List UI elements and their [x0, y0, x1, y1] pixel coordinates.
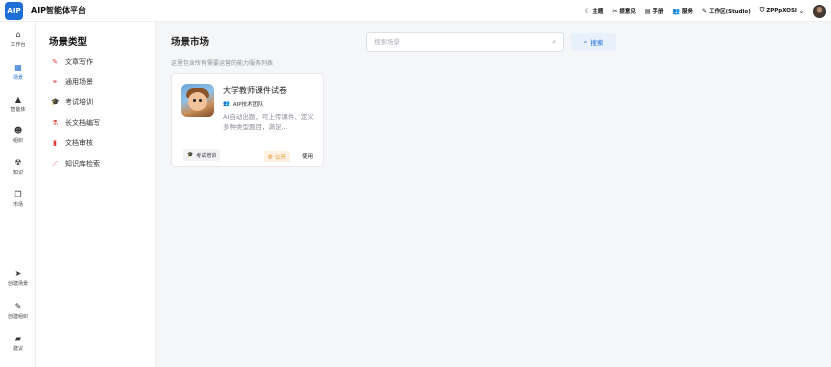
knowledge-icon: ☢	[14, 158, 22, 167]
top-nav: ☾ 主题 ✂ 提意见 ▤ 手册 👥 服务 ✎ 工作区(Studio) ⛉ ZPPpXOSI ⌄	[585, 0, 826, 22]
studio-button[interactable]: ✎ 工作区(Studio)	[702, 7, 751, 16]
team-name: AIP技术团队	[232, 102, 264, 108]
rail-label: 场景	[12, 75, 23, 81]
top-bar: AIP AIP智能体平台 ☾ 主题 ✂ 提意见 ▤ 手册 👥 服务 ✎ 工作区(Studi…	[0, 0, 831, 22]
globe-icon: ◍	[268, 153, 273, 160]
rail-label: 建议	[12, 346, 23, 352]
scene-card-image	[181, 84, 214, 117]
user-icon: ☻	[13, 126, 23, 135]
category-label: 文章写作	[65, 58, 93, 66]
tools-icon: ✂	[612, 7, 618, 15]
search-box: ⌕	[366, 32, 564, 52]
pen-icon: ✎	[52, 58, 58, 66]
flask-icon: ⚗	[51, 119, 59, 127]
rail-label: 工作台	[10, 42, 26, 48]
category-item-kb-search[interactable]: ⟋ 知识库检索	[51, 159, 100, 169]
home-icon: ⌂	[15, 30, 21, 39]
rail-item-create-org[interactable]: ✎ 创建组织	[0, 302, 36, 321]
public-badge: ◍ 公开	[264, 151, 290, 162]
rail-item-workbench[interactable]: ⌂ 工作台	[0, 30, 36, 49]
category-title: 场景类型	[49, 37, 88, 48]
chat-icon: ▰	[14, 334, 22, 343]
page-title: 场景市场	[171, 37, 210, 48]
theme-label: 主题	[592, 9, 604, 15]
tag-label: 考试培训	[196, 152, 217, 159]
user-name: ZPPpXOSI	[766, 8, 797, 14]
category-label: 长文档编写	[65, 119, 100, 127]
user-menu[interactable]: ⛉ ZPPpXOSI ⌄	[760, 7, 804, 15]
users-icon: 👥	[223, 101, 230, 107]
manual-label: 手册	[652, 9, 664, 15]
theme-button[interactable]: ☾ 主题	[584, 7, 604, 16]
category-label: 通用场景	[65, 78, 93, 86]
scene-card-title: 大学教师课件试卷	[223, 86, 287, 95]
rail-label: 创建组织	[7, 314, 28, 320]
shield-icon: ⛉	[759, 7, 765, 14]
category-label: 知识库检索	[65, 160, 100, 168]
scene-card[interactable]: 大学教师课件试卷 👥 AIP技术团队 AI自动出题，可上传课件、定义多种类型题目…	[171, 73, 324, 167]
rail-item-suggest[interactable]: ▰ 建议	[0, 334, 36, 353]
rail-item-knowledge[interactable]: ☢ 知识	[0, 158, 36, 177]
manual-button[interactable]: ▤ 手册	[644, 7, 664, 16]
users-icon: 👥	[672, 7, 681, 15]
feedback-label: 提意见	[619, 9, 636, 15]
search-button-label: 搜索	[590, 39, 604, 47]
use-button[interactable]: 使用	[302, 152, 313, 160]
service-label: 服务	[682, 9, 694, 15]
category-item-general[interactable]: ⚭ 通用场景	[51, 77, 93, 87]
pen-icon: ✎	[14, 302, 22, 311]
avatar[interactable]	[813, 4, 826, 18]
category-item-longdoc[interactable]: ⚗ 长文档编写	[51, 118, 100, 128]
send-icon: ➤	[14, 269, 22, 278]
rail-label: 市场	[12, 202, 23, 208]
category-label: 文档审核	[65, 139, 93, 147]
category-label: 考试培训	[65, 98, 93, 106]
studio-label: 工作区(Studio)	[709, 9, 751, 15]
service-button[interactable]: 👥 服务	[672, 7, 694, 16]
moon-icon: ☾	[584, 7, 591, 15]
search-button[interactable]: ⌕ 搜索	[571, 33, 616, 51]
rail-item-org[interactable]: ☻ 组织	[0, 126, 36, 145]
category-item-article[interactable]: ✎ 文章写作	[51, 57, 93, 67]
rail-label: 组织	[12, 138, 23, 144]
chevron-down-icon: ⌄	[798, 7, 804, 15]
scene-card-description: AI自动出题，可上传课件、定义多种类型题目，满足...	[223, 113, 314, 131]
app-logo[interactable]: AIP	[5, 1, 23, 20]
file-icon: ▮	[53, 139, 57, 147]
rail-item-agents[interactable]: ▲ 智能体	[0, 95, 36, 114]
link-icon: ⚭	[52, 78, 58, 86]
visibility-label: 公开	[274, 154, 286, 161]
doc-icon: ▤	[644, 7, 651, 15]
category-item-review[interactable]: ▮ 文档审核	[51, 138, 93, 148]
market-icon: ❐	[14, 190, 22, 199]
rail-label: 智能体	[10, 107, 26, 113]
left-rail: ⌂ 工作台 ▦ 场景 ▲ 智能体 ☻ 组织 ☢ 知识 ❐ 市场 ➤ 创建场景 ✎ 创建组织 ▰ 建…	[0, 22, 36, 367]
rail-item-scenes[interactable]: ▦ 场景	[0, 63, 36, 82]
app-title: AIP智能体平台	[31, 6, 87, 15]
rail-label: 创建场景	[7, 281, 28, 287]
category-panel: 场景类型 ✎ 文章写作 ⚭ 通用场景 🎓 考试培训 ⚗ 长文档编写 ▮ 文档审核 ⟋ 知识库…	[36, 22, 156, 367]
graduation-cap-icon: 🎓	[51, 98, 60, 106]
chart-line-icon: ⟋	[52, 159, 58, 168]
rail-label: 知识	[12, 170, 23, 176]
search-icon: ⌕	[552, 37, 556, 46]
agent-icon: ▲	[14, 95, 22, 104]
scene-card-tag: 🎓 考试培训	[183, 149, 221, 161]
brush-icon: ✎	[702, 7, 708, 15]
grid-icon: ▦	[14, 63, 22, 72]
search-input[interactable]	[374, 38, 553, 46]
rail-item-create-scene[interactable]: ➤ 创建场景	[0, 269, 36, 288]
rail-item-market[interactable]: ❐ 市场	[0, 190, 36, 209]
search-icon: ⌕	[583, 37, 588, 46]
scene-card-team: 👥 AIP技术团队	[223, 100, 264, 108]
category-item-exam[interactable]: 🎓 考试培训	[51, 97, 93, 107]
graduation-cap-icon: 🎓	[187, 152, 194, 158]
page-subtitle: 这里包含所有需要运营的能力服务列表	[171, 60, 274, 67]
feedback-button[interactable]: ✂ 提意见	[612, 7, 636, 16]
